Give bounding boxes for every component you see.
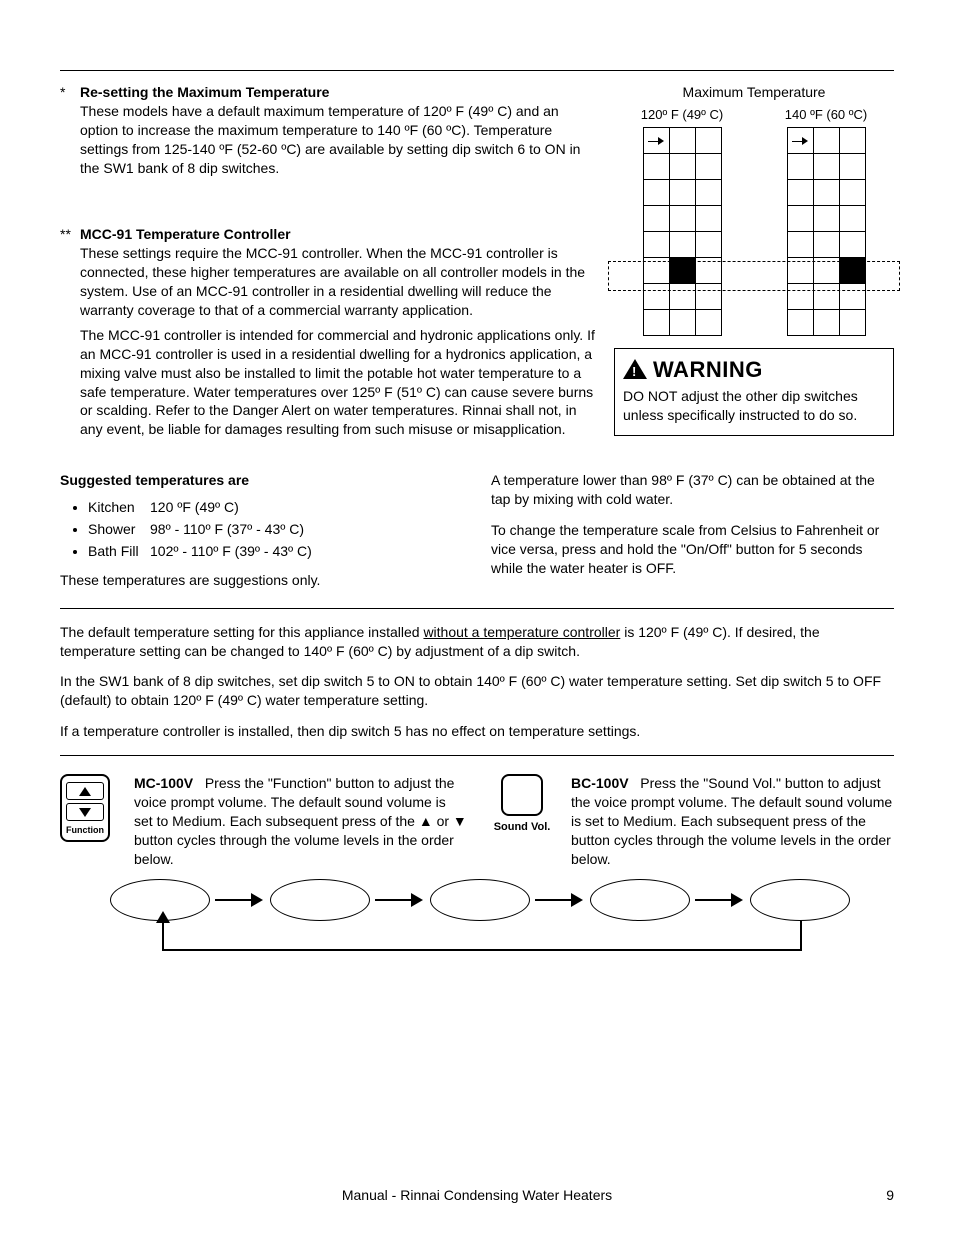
dip-right: 140 ºF (60 ºC) [785,106,867,337]
default-p1: The default temperature setting for this… [60,623,894,661]
section2-body1: These settings require the MCC-91 contro… [80,244,596,320]
suggested-note: These temperatures are suggestions only. [60,571,463,590]
warning-header: WARNING [623,349,885,387]
section2-title: MCC-91 Temperature Controller [80,226,291,242]
dip-right-label: 140 ºF (60 ºC) [785,106,867,124]
arrow-right-icon [695,895,745,905]
cycle-oval [430,879,530,921]
section-reset-max-temp: * Re-setting the Maximum Temperature The… [60,83,596,177]
dip-switch-diagram: 120º F (49º C) 140 ºF (60 ºC) [614,106,894,337]
footer-title: Manual - Rinnai Condensing Water Heaters [60,1186,894,1205]
dip-left-label: 120º F (49º C) [641,106,723,124]
right-note-1: A temperature lower than 98º F (37º C) c… [491,471,894,509]
warning-triangle-icon [623,359,647,379]
dip-table-left [643,127,722,336]
sound-vol-label: Sound Vol. [487,820,557,835]
volume-cycle-diagram [60,879,894,969]
section2-body2: The MCC-91 controller is intended for co… [80,326,596,439]
cycle-oval [750,879,850,921]
mc-title: MC-100V [134,775,193,791]
top-rule [60,70,894,71]
bc-block: Sound Vol. BC-100V Press the "Sound Vol.… [487,774,894,868]
page-number: 9 [886,1186,894,1205]
arrow-right-icon [375,895,425,905]
mc-block: Function MC-100V Press the "Function" bu… [60,774,467,868]
sound-vol-icon: Sound Vol. [487,774,557,868]
section-mcc91: ** MCC-91 Temperature Controller These s… [60,225,596,439]
section1-title: Re-setting the Maximum Temperature [80,84,329,100]
right-notes: A temperature lower than 98º F (37º C) c… [491,471,894,589]
controllers-section: Function MC-100V Press the "Function" bu… [60,774,894,868]
divider-1 [60,608,894,609]
suggested-list: Kitchen120 ºF (49º C) Shower98º - 110º F… [60,498,463,561]
cycle-oval [270,879,370,921]
max-temp-title: Maximum Temperature [614,83,894,102]
divider-2 [60,755,894,756]
loop-line [162,921,802,951]
section1-body: These models have a default maximum temp… [80,102,596,178]
left-column: * Re-setting the Maximum Temperature The… [60,83,596,461]
arrow-up-icon [156,911,170,923]
cycle-oval [590,879,690,921]
asterisk-single: * [60,83,80,102]
up-arrow-icon [66,782,104,800]
bc-title: BC-100V [571,775,629,791]
default-p2: In the SW1 bank of 8 dip switches, set d… [60,672,894,710]
right-column: Maximum Temperature 120º F (49º C) 140 º… [614,83,894,461]
list-item: Kitchen120 ºF (49º C) [88,498,463,517]
down-arrow-icon [66,803,104,821]
dip-table-right [787,127,866,336]
right-note-2: To change the temperature scale from Cel… [491,521,894,578]
upper-section: * Re-setting the Maximum Temperature The… [60,83,894,461]
function-button-icon: Function [60,774,120,868]
loop-line-right [800,921,802,951]
list-item: Shower98º - 110º F (37º - 43º C) [88,520,463,539]
suggested-title: Suggested temperatures are [60,471,463,490]
arrow-right-icon [215,895,265,905]
arrow-right-icon [535,895,585,905]
mid-section: Suggested temperatures are Kitchen120 ºF… [60,471,894,589]
default-p3: If a temperature controller is installed… [60,722,894,741]
warning-body: DO NOT adjust the other dip switches unl… [623,387,885,425]
function-label: Function [66,824,104,836]
asterisk-double: ** [60,225,80,244]
footer: Manual - Rinnai Condensing Water Heaters… [60,1186,894,1205]
mc-text: MC-100V Press the "Function" button to a… [134,774,467,868]
bc-text: BC-100V Press the "Sound Vol." button to… [571,774,894,868]
underlined-text: without a temperature controller [423,624,620,640]
warning-box: WARNING DO NOT adjust the other dip swit… [614,348,894,435]
dip-left: 120º F (49º C) [641,106,723,337]
list-item: Bath Fill102º - 110º F (39º - 43º C) [88,542,463,561]
suggested-temps: Suggested temperatures are Kitchen120 ºF… [60,471,463,589]
warning-label: WARNING [653,355,763,385]
default-temp-section: The default temperature setting for this… [60,623,894,741]
